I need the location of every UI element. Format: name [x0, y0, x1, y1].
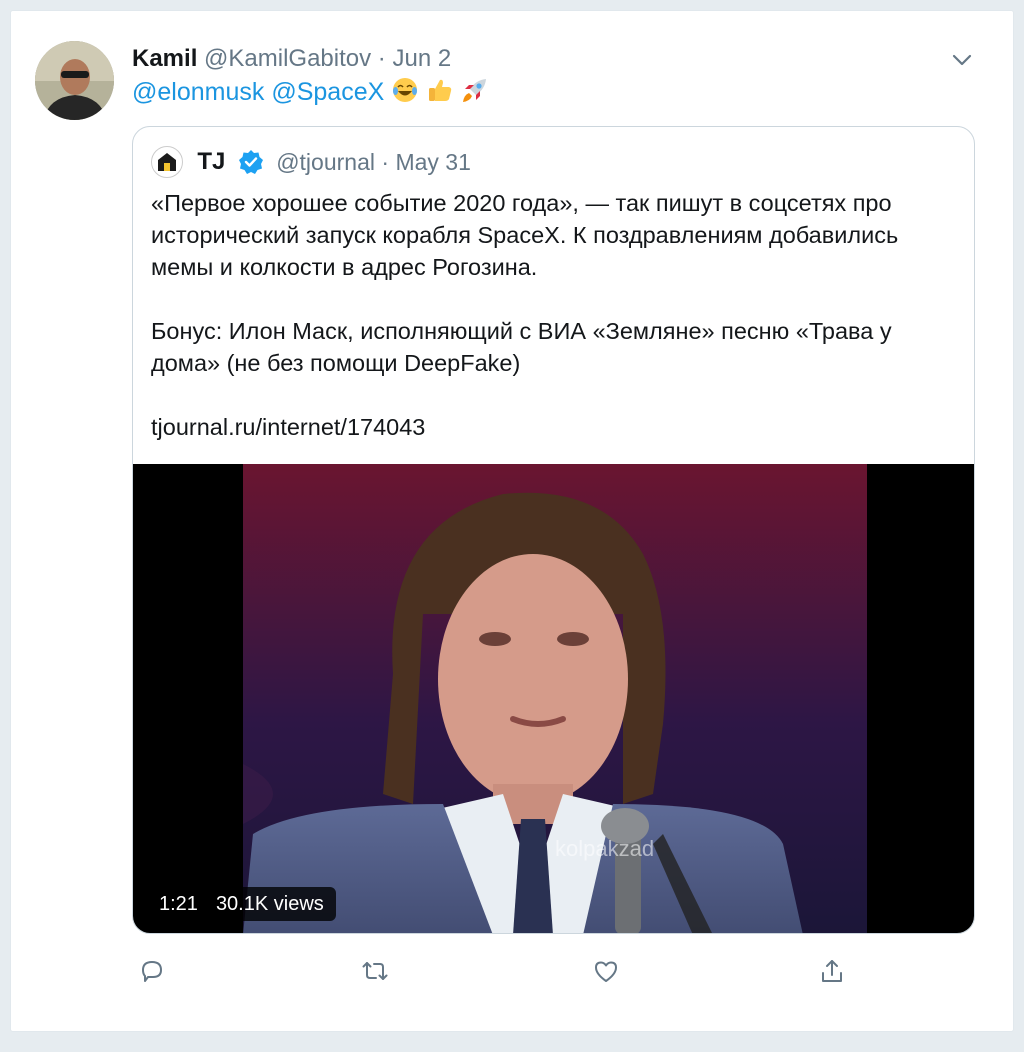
quoted-tweet[interactable]: TJ @tjournal · May 31 «Первое хорошее со…: [132, 126, 975, 934]
reply-icon: [142, 961, 162, 982]
quoted-author-name[interactable]: TJ: [197, 148, 225, 175]
mention-elonmusk[interactable]: @elonmusk: [132, 78, 264, 106]
tweet-actions: [132, 951, 975, 991]
retweet-button[interactable]: [355, 951, 395, 991]
chevron-down-icon[interactable]: [951, 49, 973, 71]
tweet-text: @elonmusk @SpaceX: [132, 75, 489, 109]
tweet-date[interactable]: Jun 2: [392, 45, 451, 72]
reply-button[interactable]: [132, 951, 172, 991]
tweet-header: Kamil @KamilGabitov · Jun 2: [132, 43, 451, 75]
author-handle[interactable]: @KamilGabitov: [204, 45, 371, 72]
tj-avatar[interactable]: [151, 145, 183, 178]
quoted-paragraph-2: Бонус: Илон Маск, исполняющий с ВИА «Зем…: [151, 318, 892, 376]
video-info-badge: 1:21 30.1K views: [147, 887, 336, 921]
video-views: 30.1K views: [215, 893, 324, 915]
retweet-icon: [362, 962, 388, 980]
like-button[interactable]: [586, 951, 626, 991]
quoted-paragraph-1: «Первое хорошее событие 2020 года», — та…: [151, 190, 899, 280]
video-duration: 1:21: [159, 893, 198, 915]
quoted-tweet-text: «Первое хорошее событие 2020 года», — та…: [151, 187, 961, 443]
quoted-link[interactable]: tjournal.ru/internet/174043: [151, 411, 961, 443]
like-icon: [595, 961, 617, 982]
face-with-tears-of-joy-icon: [391, 76, 419, 104]
video-watermark: kolpakzad: [555, 836, 654, 861]
thumbs-up-icon: [426, 76, 454, 104]
separator-dot: ·: [377, 45, 386, 72]
verified-badge-icon: [238, 149, 264, 175]
mention-spacex[interactable]: @SpaceX: [271, 78, 384, 106]
quoted-tweet-header: TJ @tjournal · May 31: [151, 143, 471, 179]
video-thumbnail: kolpakzad: [243, 464, 867, 933]
quoted-author-handle[interactable]: @tjournal: [276, 149, 375, 175]
video-player[interactable]: kolpakzad 1:21 30.1K views: [133, 464, 974, 933]
share-button[interactable]: [812, 951, 852, 991]
tweet-card: Kamil @KamilGabitov · Jun 2 @elonmusk @S…: [10, 10, 1014, 1032]
author-name[interactable]: Kamil: [132, 45, 197, 72]
quoted-tweet-date[interactable]: May 31: [395, 149, 470, 175]
author-avatar[interactable]: [35, 41, 114, 120]
separator-dot: ·: [381, 148, 390, 175]
share-icon: [822, 960, 842, 982]
rocket-icon: [461, 76, 489, 104]
